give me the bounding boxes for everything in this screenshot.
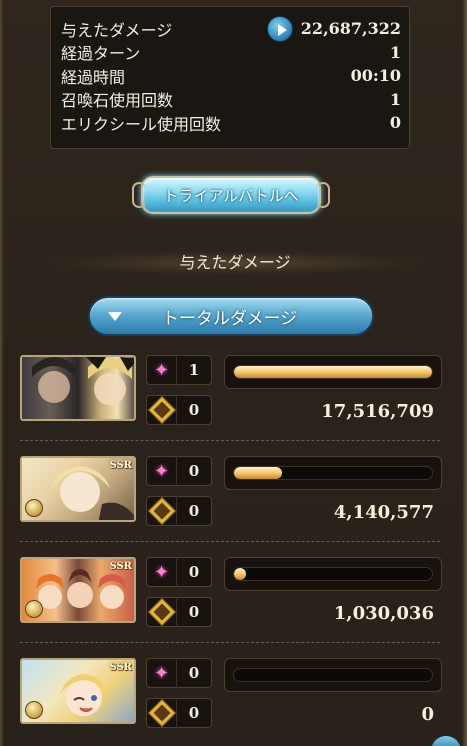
character-portrait-icon[interactable]: SSR [20,658,136,724]
row-divider [20,642,440,643]
element-icon [25,701,43,719]
damage-bar [224,658,442,692]
ssr-badge: SSR [109,662,132,673]
total-damage-dropdown[interactable]: トータルダメージ [88,296,374,336]
ougi-count-badge: 0 [146,496,212,526]
ougi-count: 0 [188,603,200,621]
skill-count: 0 [188,462,200,480]
sparkle-icon: ✦ [147,355,177,385]
damage-value: 0 [421,704,434,725]
burst-icon [147,597,177,627]
damage-bar-track [233,466,433,480]
element-icon [25,499,43,517]
ougi-count-badge: 0 [146,698,212,728]
damage-bar-fill [234,366,432,378]
ougi-count: 0 [188,401,200,419]
party-portrait-icon[interactable] [20,355,136,421]
ssr-badge: SSR [109,460,132,471]
button-ornament-right [316,182,330,208]
burst-icon [147,698,177,728]
left-frame-border [0,0,4,746]
stat-value-text: 22,687,322 [300,19,401,39]
skill-count: 1 [188,361,200,379]
play-icon[interactable] [266,15,293,42]
stat-value: 1 [389,42,401,62]
stat-value: 00:10 [350,66,401,86]
damage-bar-track [233,668,433,682]
ougi-count-badge: 0 [146,597,212,627]
element-icon [25,600,43,618]
damage-value: 1,030,036 [333,603,434,624]
stat-damage-dealt: 与えたダメージ 22,687,322 [61,15,401,42]
damage-bar-track [233,365,433,379]
character-portrait-icon[interactable]: SSR [20,456,136,522]
dropdown-label: トータルダメージ [162,308,298,329]
burst-icon [147,395,177,425]
stat-label: 与えたダメージ [61,20,173,40]
right-frame-border [462,0,467,746]
damage-value: 4,140,577 [333,502,434,523]
ougi-count-badge: 0 [146,395,212,425]
stat-value: 1 [389,89,401,109]
section-heading: 与えたダメージ [40,250,430,276]
row-divider [20,440,440,441]
battle-stats-panel: 与えたダメージ 22,687,322 経過ターン 1 経過時間 00:10 召喚… [50,6,410,149]
ougi-count: 0 [188,502,200,520]
ougi-count: 0 [188,704,200,722]
skill-count-badge: ✦ 0 [146,456,212,486]
trial-battle-label: トライアルバトルへ [163,186,299,205]
stat-label: 召喚石使用回数 [61,91,174,111]
ssr-badge: SSR [109,561,132,572]
skill-count-badge: ✦ 0 [146,557,212,587]
damage-row: SSR ✦ 0 0 0 [20,658,442,746]
sparkle-icon: ✦ [147,456,177,486]
stat-label: 経過時間 [61,67,126,87]
portrait-art [32,357,134,405]
character-portrait-icon[interactable]: SSR [20,557,136,623]
skill-count-badge: ✦ 1 [146,355,212,385]
stat-label: エリクシール使用回数 [61,114,222,134]
damage-bar-fill [234,568,246,580]
stat-label: 経過ターン [61,44,141,64]
burst-icon [147,496,177,526]
damage-value: 17,516,709 [321,401,434,422]
damage-bar-track [233,567,433,581]
damage-bar [224,456,442,490]
stat-elapsed-time: 経過時間 00:10 [61,64,401,88]
skill-count: 0 [188,664,200,682]
sparkle-icon: ✦ [147,557,177,587]
stat-summon-uses: 召喚石使用回数 1 [61,88,401,112]
dropdown-triangle-icon [108,311,122,321]
stat-elapsed-turns: 経過ターン 1 [61,41,401,65]
damage-bar-fill [234,467,282,479]
stat-value: 0 [389,113,401,133]
trial-battle-button-face[interactable]: トライアルバトルへ [141,176,321,214]
button-ornament-left [132,182,146,208]
row-divider [20,541,440,542]
skill-count: 0 [188,563,200,581]
skill-count-badge: ✦ 0 [146,658,212,688]
trial-battle-button[interactable]: トライアルバトルへ [130,172,332,218]
stat-value: 22,687,322 [266,15,401,42]
damage-bar [224,355,442,389]
stat-elixir-uses: エリクシール使用回数 0 [61,111,401,135]
damage-bar [224,557,442,591]
sparkle-icon: ✦ [147,658,177,688]
